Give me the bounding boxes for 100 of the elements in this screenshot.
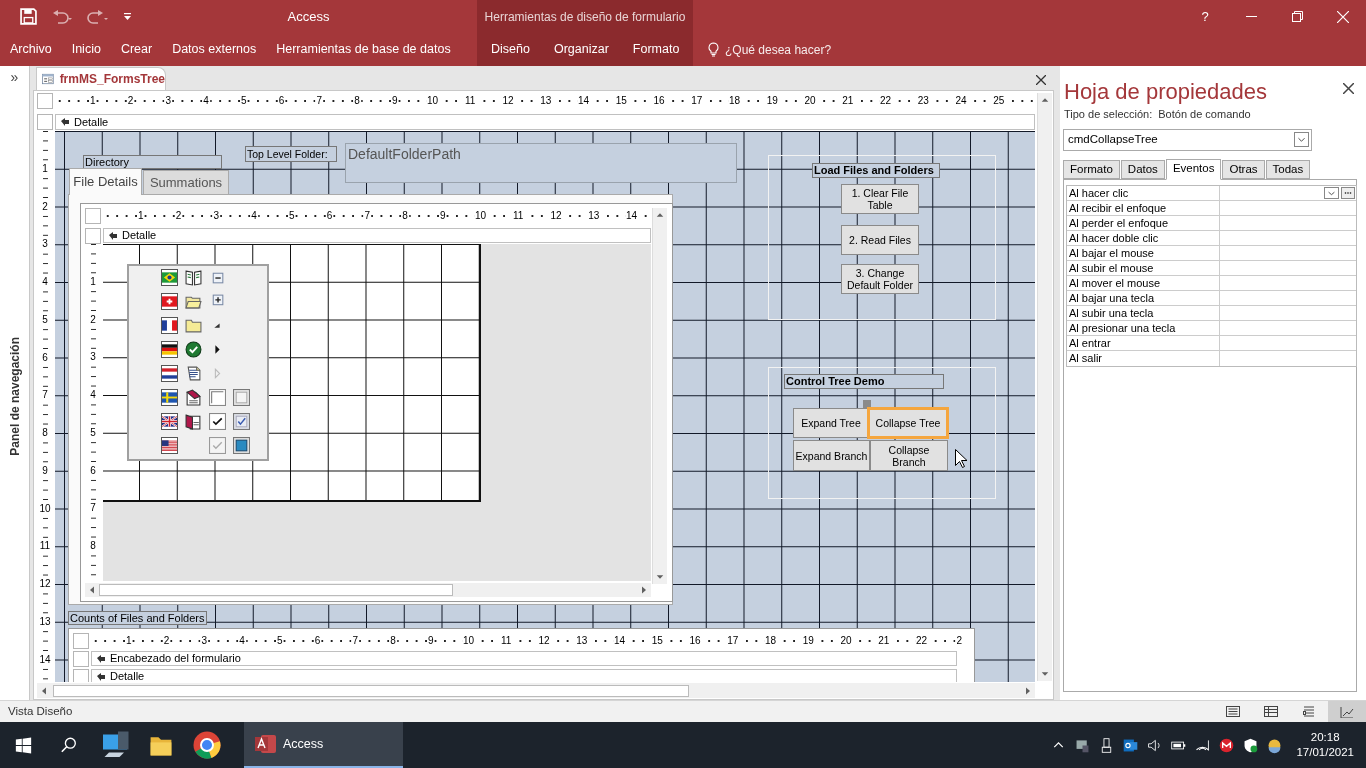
window-title: Access [287,7,330,26]
search-icon [60,736,78,754]
restore-icon [1291,11,1303,22]
dropdown-icon[interactable] [1324,186,1339,199]
save-icon[interactable] [20,8,37,25]
navigation-pane-label[interactable]: Panel de navegación [5,337,24,456]
ribbon-tab[interactable]: Crear [110,33,163,66]
selector-box[interactable] [73,633,89,649]
section-bar[interactable]: Detalle [91,669,957,682]
section-icon [108,230,118,241]
tab[interactable]: Otras [1222,159,1265,179]
property-name[interactable]: Al subir el mouse [1067,260,1220,275]
checkbox-icon [233,413,250,430]
ruler-number: 14 [37,653,53,666]
tab[interactable]: Datos [1120,159,1165,179]
ribbon-tab[interactable]: Herramientas de base de datos [266,33,461,66]
panel-title: Hoja de propiedades [1063,79,1268,105]
help-button[interactable]: ? [1182,0,1228,33]
windows-logo-icon [14,736,32,754]
property-name[interactable]: Al presionar una tecla [1067,320,1220,335]
checkbox-icon [233,389,250,406]
ribbon-tab[interactable]: Inicio [61,33,111,66]
section-icon [60,117,70,127]
selector-box[interactable] [37,93,53,109]
text-box: DefaultFolderPath [345,143,737,183]
scroll-thumb[interactable] [99,584,453,596]
tab[interactable]: Formato [1063,159,1120,179]
design-view-icon [1340,705,1354,718]
property-name[interactable]: Al recibir el enfoque [1067,200,1220,215]
selection-type-label: Tipo de selección: [1064,107,1153,122]
flag-icon [161,413,178,430]
ribbon-tab[interactable]: Datos externos [162,33,267,66]
section-bar[interactable]: Detalle [103,228,651,243]
clock[interactable]: 20:18 17/01/2021 [1296,730,1354,760]
computer-icon [100,730,130,760]
scroll-thumb[interactable] [53,684,689,697]
flag-icon [161,341,178,358]
command-button[interactable]: Expand Tree [793,408,869,438]
selector-box[interactable] [85,208,101,224]
selector-box[interactable] [73,669,89,682]
ellipsis-icon[interactable] [1341,186,1355,199]
command-button[interactable]: 3. Change Default Folder [841,264,919,294]
tab[interactable]: Eventos [1165,158,1222,180]
command-button[interactable]: 1. Clear File Table [841,184,919,214]
square-icon [233,437,250,454]
app-icon [255,734,277,754]
property-name[interactable]: Al bajar el mouse [1067,245,1220,260]
flag-icon [161,293,178,310]
section-bar[interactable]: Encabezado del formulario [91,651,957,666]
vertical-scrollbar[interactable] [1037,93,1052,681]
tab[interactable]: Summations [143,170,229,195]
property-name[interactable]: Al hacer doble clic [1067,230,1220,245]
property-name[interactable]: Al mover el mouse [1067,275,1220,290]
tell-me-field[interactable]: ¿Qué desea hacer? [725,40,832,59]
selector-box[interactable] [37,114,53,130]
customize-icon[interactable] [123,12,132,21]
tab[interactable]: File Details [69,168,142,195]
flag-icon [161,269,178,286]
taskbar-app-button[interactable]: Access [244,722,403,768]
property-name[interactable]: Al perder el enfoque [1067,215,1220,230]
horizontal-scrollbar[interactable] [37,683,1035,698]
property-name[interactable]: Al subir una tecla [1067,305,1220,320]
close-icon [1343,83,1354,94]
property-name[interactable]: Al bajar una tecla [1067,290,1220,305]
tab[interactable]: Todas [1265,159,1311,179]
book-icon [185,269,202,286]
form-view-icon [1226,705,1240,718]
form-icon [42,72,54,86]
speaker-icon [1145,736,1163,754]
property-name[interactable]: Al hacer clic [1067,185,1220,200]
selector-box[interactable] [73,651,89,667]
property-name[interactable]: Al entrar [1067,335,1220,350]
undo-icon[interactable] [51,8,73,25]
horizontal-scrollbar[interactable] [85,583,651,597]
ribbon-tab[interactable]: Archivo [0,33,62,66]
command-button[interactable]: Expand Branch [793,440,870,471]
layout-view-icon [1302,705,1316,718]
document-icon [185,365,202,382]
document-tab[interactable]: frmMS_FormsTree [36,67,166,90]
command-button[interactable]: 2. Read Files [841,225,919,255]
label: Directory [83,155,222,169]
selector-box[interactable] [85,227,101,244]
checkbox-icon [209,437,226,454]
flag-icon [161,437,178,454]
object-dropdown[interactable]: cmdCollapseTree [1063,128,1312,151]
vertical-scrollbar[interactable] [652,208,667,584]
close-icon [1036,75,1046,85]
close-panel-button[interactable] [1343,83,1354,94]
check-circle-icon [185,341,202,358]
book-icon [185,413,202,430]
move-handle[interactable] [863,400,871,408]
section-bar[interactable]: Detalle [55,114,1035,130]
command-button[interactable]: Collapse Tree [867,407,949,439]
expand-pane-button[interactable]: » [10,70,19,84]
close-document-button[interactable] [1036,75,1046,85]
redo-icon[interactable] [87,8,109,25]
label: Counts of Files and Folders [68,611,207,625]
property-name[interactable]: Al salir [1067,350,1220,366]
command-button[interactable]: Collapse Branch [870,440,948,471]
flag-icon [161,389,178,406]
